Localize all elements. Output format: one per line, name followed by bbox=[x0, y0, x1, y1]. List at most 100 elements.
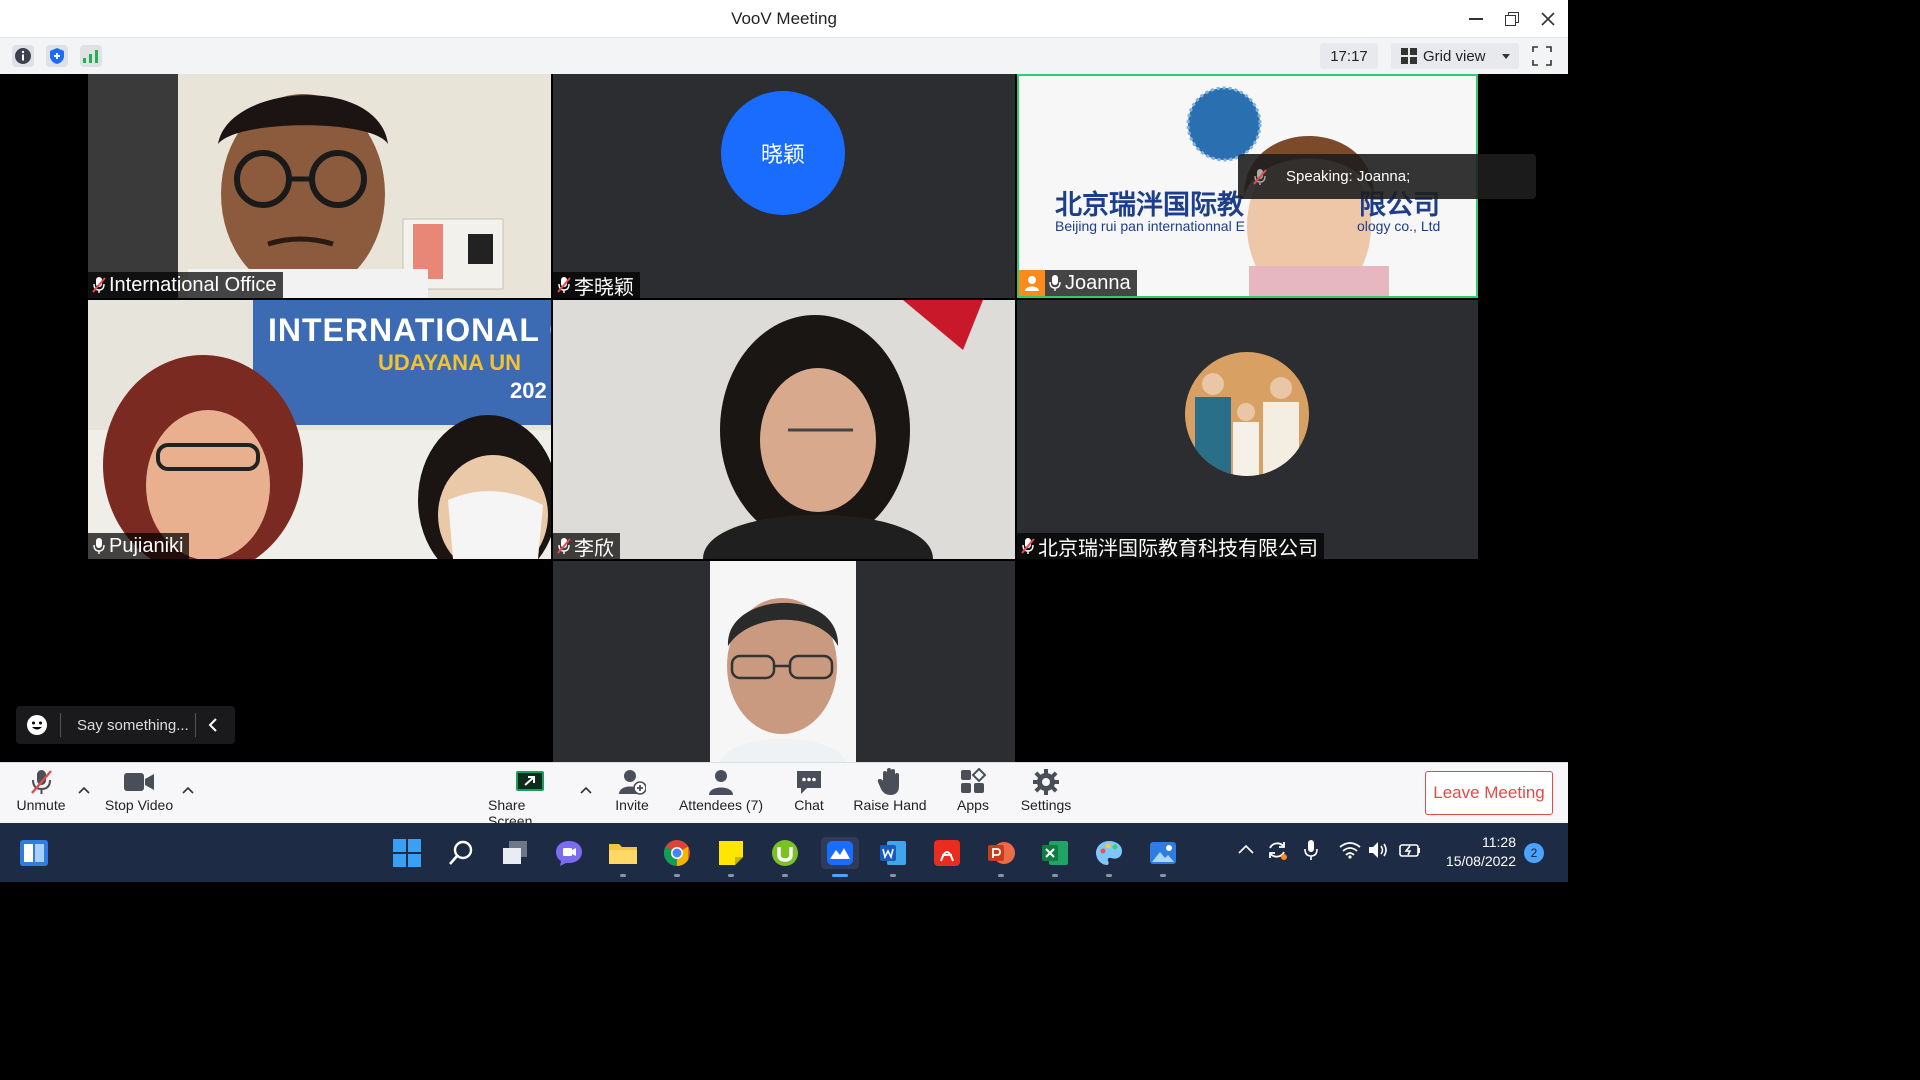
invite-button[interactable]: Invite bbox=[612, 767, 652, 813]
participant-name: Joanna bbox=[1065, 271, 1131, 294]
chrome-button[interactable] bbox=[661, 837, 693, 869]
participant-name-bar: International Office bbox=[88, 272, 283, 298]
info-button[interactable] bbox=[12, 45, 34, 67]
participant-name: International Office bbox=[109, 273, 277, 296]
share-options-caret[interactable] bbox=[580, 783, 592, 797]
acrobat-button[interactable] bbox=[931, 837, 963, 869]
security-button[interactable] bbox=[46, 45, 68, 67]
search-button[interactable] bbox=[445, 837, 477, 869]
running-indicator bbox=[1052, 874, 1058, 877]
video-tile-company[interactable]: 北京瑞泮国际教育科技有限公司 bbox=[1017, 300, 1478, 559]
chat-quick-input[interactable]: Say something... bbox=[16, 706, 235, 744]
paint-button[interactable] bbox=[1093, 837, 1125, 869]
chevron-up-icon bbox=[78, 786, 90, 794]
video-tile-participant-7[interactable] bbox=[553, 561, 1015, 762]
raise-hand-button[interactable]: Raise Hand bbox=[853, 767, 927, 813]
meeting-controls: Unmute Stop Video Share Screen Invite At… bbox=[0, 762, 1568, 829]
close-button[interactable] bbox=[1534, 6, 1562, 32]
title-bar: VooV Meeting bbox=[0, 0, 1568, 38]
settings-label: Settings bbox=[1020, 797, 1072, 813]
chrome-icon bbox=[663, 840, 690, 867]
muted-mic-icon bbox=[557, 538, 571, 554]
attendees-button[interactable]: Attendees (7) bbox=[677, 767, 765, 813]
chat-placeholder[interactable]: Say something... bbox=[77, 717, 195, 734]
sticky-notes-button[interactable] bbox=[715, 837, 747, 869]
muted-mic-icon bbox=[31, 770, 52, 794]
video-options-caret[interactable] bbox=[182, 783, 194, 797]
powerpoint-button[interactable] bbox=[985, 837, 1017, 869]
utorrent-button[interactable] bbox=[769, 837, 801, 869]
clock-button[interactable]: 11:28 15/08/2022 bbox=[1432, 833, 1516, 871]
muted-mic-icon bbox=[557, 277, 571, 293]
task-view-button[interactable] bbox=[499, 837, 531, 869]
leave-meeting-button[interactable]: Leave Meeting bbox=[1425, 771, 1553, 815]
sync-button[interactable] bbox=[1266, 839, 1288, 866]
running-indicator bbox=[782, 874, 788, 877]
running-indicator bbox=[998, 874, 1004, 877]
participant-name-bar: 北京瑞泮国际教育科技有限公司 bbox=[1017, 533, 1324, 559]
search-icon bbox=[449, 840, 473, 865]
widgets-button[interactable] bbox=[18, 837, 50, 869]
video-tile-pujianiki[interactable]: INTERNATIONAL CREDIT T UDAYANA UN 202 Pu… bbox=[88, 300, 551, 559]
word-icon bbox=[880, 841, 906, 865]
network-quality-button[interactable] bbox=[80, 45, 102, 67]
share-screen-icon bbox=[516, 771, 544, 791]
volume-button[interactable] bbox=[1368, 841, 1390, 864]
stop-video-button[interactable]: Stop Video bbox=[102, 767, 176, 813]
video-tile-li-xiaoying[interactable]: 晓颖 李晓颖 bbox=[553, 74, 1015, 298]
attendees-icon bbox=[709, 770, 733, 795]
wifi-button[interactable] bbox=[1339, 841, 1361, 864]
add-user-icon bbox=[619, 770, 646, 795]
start-button[interactable] bbox=[391, 837, 423, 869]
video-tile-international-office[interactable]: International Office bbox=[88, 74, 551, 298]
show-hidden-icons-button[interactable] bbox=[1238, 841, 1254, 859]
file-explorer-button[interactable] bbox=[607, 837, 639, 869]
apps-icon bbox=[961, 768, 987, 793]
widgets-icon bbox=[20, 840, 48, 866]
microphone-tray-button[interactable] bbox=[1303, 839, 1319, 866]
word-button[interactable] bbox=[877, 837, 909, 869]
fullscreen-button[interactable] bbox=[1532, 46, 1552, 66]
video-tile-li-xin[interactable]: 李欣 bbox=[553, 300, 1015, 559]
paint-palette-icon bbox=[1096, 841, 1122, 865]
muted-mic-icon bbox=[1021, 538, 1035, 554]
teams-chat-button[interactable] bbox=[553, 837, 585, 869]
shield-icon bbox=[50, 48, 64, 64]
audio-options-caret[interactable] bbox=[78, 783, 90, 797]
raise-hand-label: Raise Hand bbox=[853, 797, 927, 813]
emoji-icon bbox=[27, 715, 47, 735]
video-camera-icon bbox=[124, 773, 154, 791]
share-screen-button[interactable]: Share Screen bbox=[488, 767, 572, 829]
wifi-icon bbox=[1339, 842, 1361, 859]
folder-icon bbox=[609, 844, 637, 864]
speaking-text: Speaking: Joanna; bbox=[1286, 168, 1411, 185]
info-icon bbox=[15, 48, 31, 64]
mic-icon bbox=[1049, 275, 1061, 291]
invite-label: Invite bbox=[615, 797, 649, 813]
photos-button[interactable] bbox=[1147, 837, 1179, 869]
speaker-icon bbox=[1369, 842, 1387, 858]
excel-button[interactable] bbox=[1039, 837, 1071, 869]
apps-button[interactable]: Apps bbox=[954, 767, 992, 813]
participant-name: 李晓颖 bbox=[574, 276, 634, 299]
muted-mic-icon bbox=[1253, 168, 1267, 185]
unmute-button[interactable]: Unmute bbox=[14, 767, 68, 813]
settings-button[interactable]: Settings bbox=[1018, 767, 1074, 813]
participant-name-bar: Pujianiki bbox=[88, 533, 190, 559]
restore-button[interactable] bbox=[1498, 6, 1526, 32]
caret-down-icon bbox=[1501, 53, 1510, 59]
view-mode-label: Grid view bbox=[1423, 47, 1486, 65]
chat-button[interactable]: Chat bbox=[790, 767, 828, 813]
voov-icon bbox=[827, 841, 853, 865]
person-icon bbox=[1025, 276, 1039, 291]
voov-meeting-taskbar-button[interactable] bbox=[821, 837, 859, 869]
muted-mic-icon bbox=[92, 277, 106, 293]
window-title: VooV Meeting bbox=[731, 9, 837, 28]
notification-badge[interactable]: 2 bbox=[1524, 843, 1544, 863]
minimize-button[interactable] bbox=[1462, 6, 1490, 32]
windows-start-icon bbox=[393, 839, 421, 867]
fullscreen-icon bbox=[1532, 46, 1552, 66]
banner-text-3: 202 bbox=[510, 378, 547, 403]
battery-button[interactable] bbox=[1398, 841, 1422, 864]
view-mode-dropdown[interactable]: Grid view bbox=[1391, 43, 1519, 69]
